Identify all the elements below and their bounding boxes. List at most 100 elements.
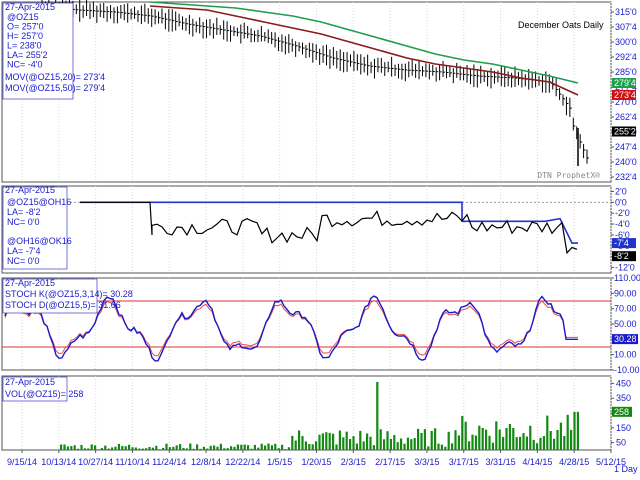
ma20-legend: MOV(@OZ15,20)= 273'4 xyxy=(5,72,105,82)
volume-bar xyxy=(498,429,501,450)
xtick-label: 12/22/14 xyxy=(225,457,260,467)
volume-bar xyxy=(529,425,532,450)
volume-bar xyxy=(576,411,579,450)
volume-bar xyxy=(488,435,491,450)
ytick-label: 90.00 xyxy=(614,288,637,298)
stoch-tag-label: 30.28 xyxy=(614,334,637,344)
ma50-legend: MOV(@OZ15,50)= 279'4 xyxy=(5,83,105,93)
volume-bar xyxy=(491,442,494,450)
volume-bar xyxy=(481,427,484,450)
volume-bar xyxy=(104,445,107,450)
volume-bar xyxy=(328,432,331,450)
spread-legend2-line: NC= 0'0 xyxy=(7,256,39,266)
ytick-label: 262'4 xyxy=(615,112,637,122)
ytick-label: 350 xyxy=(616,393,631,403)
volume-bar xyxy=(553,438,556,450)
volume-bar xyxy=(447,431,450,450)
ytick-label: 50 xyxy=(616,438,626,448)
volume-bar xyxy=(274,443,277,450)
volume-bar xyxy=(73,445,76,450)
xtick-label: 3/17/15 xyxy=(449,457,479,467)
volume-bar xyxy=(90,444,93,450)
volume-bar xyxy=(196,444,199,450)
price-tag-label: 279'4 xyxy=(614,78,636,88)
volume-bar xyxy=(94,445,97,450)
volume-bar xyxy=(209,445,212,450)
volume-bar xyxy=(434,428,437,450)
volume-bar xyxy=(478,425,481,450)
ytick-label: 110.00 xyxy=(614,273,640,283)
volume-bar xyxy=(243,444,246,450)
volume-bar xyxy=(270,445,273,450)
ytick-label: 247'4 xyxy=(615,142,637,152)
volume-bar xyxy=(573,411,576,450)
volume-bar xyxy=(417,428,420,450)
volume-bar xyxy=(413,438,416,450)
volume-bar xyxy=(338,430,341,450)
ytick-label: 2'0 xyxy=(615,186,627,196)
xtick-label: 4/28/15 xyxy=(559,457,589,467)
volume-bar xyxy=(70,446,73,450)
volume-bar xyxy=(264,445,267,450)
ytick-label: 70.00 xyxy=(614,304,637,314)
volume-bar xyxy=(525,436,528,450)
ytick-label: -2'0 xyxy=(615,208,630,218)
xtick-label: 1/20/15 xyxy=(301,457,331,467)
volume-bar xyxy=(505,427,508,450)
watermark: DTN ProphetX® xyxy=(537,171,600,180)
volume-bar xyxy=(267,443,270,450)
volume-bar xyxy=(451,443,454,450)
spread-legend2-line: LA= -7'4 xyxy=(7,246,41,256)
volume-bar xyxy=(471,434,474,450)
volume-bar xyxy=(563,435,566,450)
price-legend-line: NC= -4'0 xyxy=(7,60,42,70)
spread-tag-label: -8'2 xyxy=(614,251,629,261)
volume-bar xyxy=(393,435,396,450)
volume-tag-label: 258 xyxy=(614,407,629,417)
volume-bar xyxy=(512,427,515,450)
volume-bar xyxy=(80,444,83,450)
volume-bar xyxy=(502,436,505,450)
volume-bar xyxy=(406,437,409,450)
volume-bar xyxy=(304,441,307,450)
xtick-label: 11/10/14 xyxy=(115,457,149,467)
volume-bar xyxy=(349,438,352,450)
xtick-label: 9/15/14 xyxy=(7,457,37,467)
volume-bar xyxy=(495,421,498,450)
volume-bar xyxy=(321,433,324,450)
price-legend-line: LA= 255'2 xyxy=(7,50,48,60)
ytick-label: 10.00 xyxy=(614,350,637,360)
oats-chart: 27-Apr-2015@OZ15O= 257'0H= 257'0L= 238'0… xyxy=(1,0,640,474)
spread-legend-date: 27-Apr-2015 xyxy=(5,185,55,195)
volume-bar xyxy=(121,445,124,450)
volume-bar xyxy=(559,422,562,450)
volume-bar xyxy=(437,443,440,450)
volume-bar xyxy=(345,431,348,450)
xtick-label: 11/24/14 xyxy=(152,457,186,467)
ytick-label: 307'4 xyxy=(615,22,637,32)
volume-bar xyxy=(128,444,131,450)
volume-bar xyxy=(366,433,369,450)
ytick-label: -4'0 xyxy=(615,219,630,229)
volume-bar xyxy=(519,436,522,450)
volume-bar xyxy=(454,430,457,450)
volume-bar xyxy=(260,443,263,450)
spread-tag-label: -7'4 xyxy=(614,238,629,248)
xtick-label: 3/31/15 xyxy=(486,457,516,467)
volume-bar xyxy=(532,439,535,450)
volume-bar xyxy=(410,439,413,450)
spread-legend2-line: @OH16@OK16 xyxy=(7,236,72,246)
volume-bar xyxy=(117,443,120,450)
volume-bar xyxy=(281,444,284,450)
volume-bar xyxy=(379,429,382,450)
volume-bar xyxy=(294,440,297,450)
price-tag-label: 255'2 xyxy=(614,127,636,137)
x-axis-unit: 1 Day xyxy=(614,464,638,474)
volume-bar xyxy=(298,430,301,450)
volume-bar xyxy=(403,443,406,450)
price-legend-line: H= 257'0 xyxy=(7,31,43,41)
volume-bar xyxy=(556,429,559,450)
volume-bar xyxy=(427,446,430,450)
volume-bar xyxy=(570,429,573,450)
volume-bar xyxy=(372,445,375,450)
